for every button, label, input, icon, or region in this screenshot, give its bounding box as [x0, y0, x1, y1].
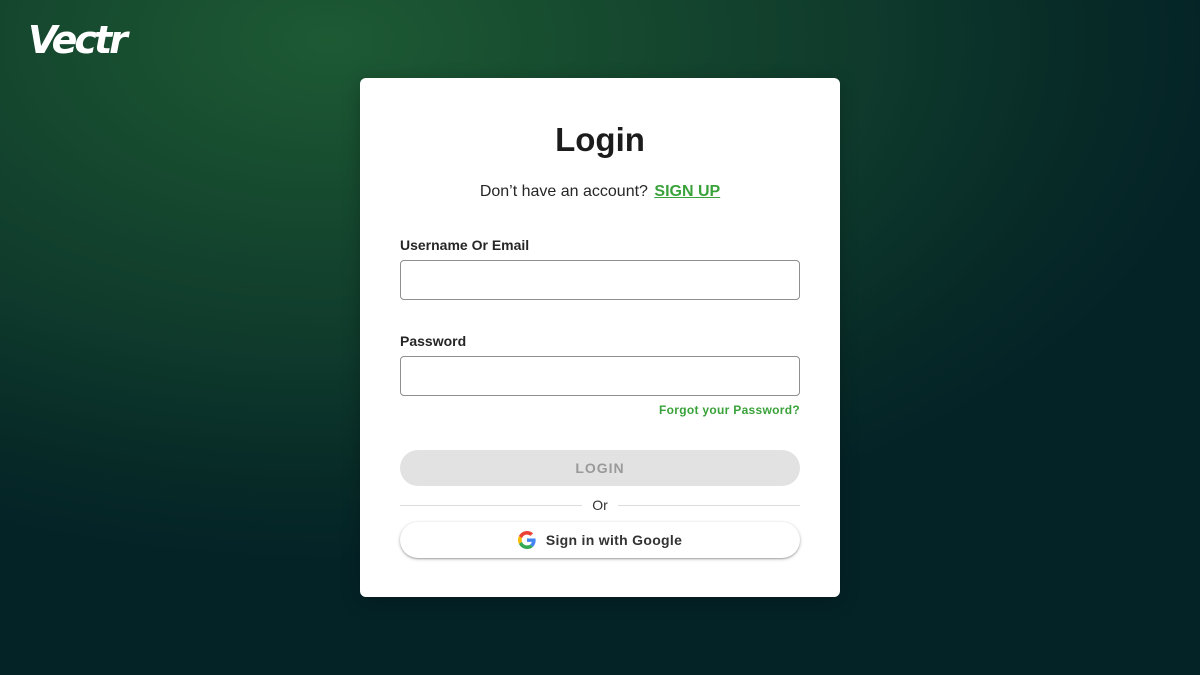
or-divider: Or [400, 495, 800, 515]
forgot-password-row: Forgot your Password? [400, 402, 800, 418]
username-input[interactable] [400, 260, 800, 300]
page-title: Login [555, 121, 645, 158]
google-signin-label: Sign in with Google [545, 532, 683, 548]
forgot-password-link[interactable]: Forgot your Password? [659, 403, 800, 417]
vectr-logo: Vectr [28, 18, 132, 61]
google-signin-button[interactable]: Sign in with Google [400, 522, 800, 558]
google-g-icon [517, 531, 536, 549]
no-account-text: Don’t have an account? [479, 183, 648, 200]
divider-line-left [400, 504, 583, 506]
signup-link[interactable]: SIGN UP [654, 183, 720, 200]
vectr-logo-text: Vectr [28, 18, 130, 61]
username-label: Username Or Email [400, 237, 530, 253]
divider-text: Or [592, 497, 608, 513]
signup-prompt: Don’t have an account? SIGN UP [400, 182, 800, 202]
login-card: Login Don’t have an account? SIGN UP Use… [360, 78, 840, 597]
divider-line-right [617, 504, 800, 506]
password-label: Password [400, 333, 467, 349]
login-button[interactable]: LOGIN [400, 450, 800, 486]
password-input[interactable] [400, 356, 800, 396]
